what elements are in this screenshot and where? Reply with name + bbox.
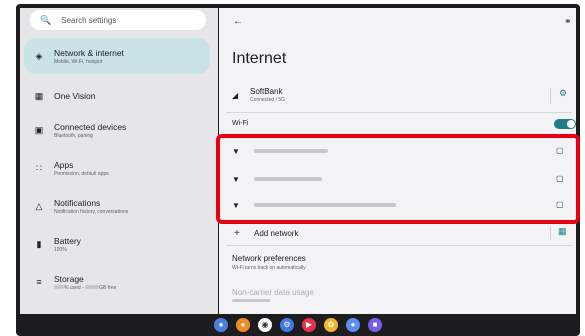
divider <box>550 226 551 240</box>
firefox-icon[interactable]: ● <box>236 318 250 332</box>
youtube-icon[interactable]: ▶ <box>302 318 316 332</box>
games-icon[interactable]: ■ <box>368 318 382 332</box>
plus-icon: + <box>234 227 240 239</box>
network-preferences-row[interactable]: Network preferences Wi-Fi turns back on … <box>226 252 572 272</box>
taskbar: ● ● ◉ ⚙ ▶ ✿ ● ■ <box>20 314 576 336</box>
add-network-row[interactable]: + Add network <box>226 226 572 240</box>
sidebar-item-network-internet[interactable]: ◈ Network & internet Mobile, Wi-Fi, hots… <box>24 38 210 74</box>
sidebar-item-apps[interactable]: ∷ Apps Permission, default apps <box>24 150 210 186</box>
wifi-toggle-row[interactable]: Wi-Fi <box>226 116 572 130</box>
sidebar-item-subtitle: Notification history, conversations <box>54 208 129 215</box>
sidebar-item-label: Apps <box>54 159 74 170</box>
sidebar-item-one-vision[interactable]: ▦ One Vision <box>24 78 210 114</box>
divider <box>550 88 551 104</box>
sidebar-item-subtitle: Mobile, Wi-Fi, hotspot <box>54 58 103 65</box>
wifi-icon: ◈ <box>35 50 43 61</box>
wifi-label: Wi-Fi <box>232 119 249 127</box>
screen: 🔍 Search settings ◈ Network & internet M… <box>0 0 585 336</box>
bell-icon: △ <box>35 200 43 211</box>
settings-icon[interactable]: ⚙ <box>280 318 294 332</box>
sidebar-item-connected-devices[interactable]: ▣ Connected devices Bluetooth, pairing <box>24 112 210 148</box>
redacted-value <box>54 285 64 290</box>
storage-icon: ≡ <box>36 277 42 287</box>
carrier-row[interactable]: ◢ SoftBank Connected / 5G <box>226 84 572 106</box>
highlight-box <box>216 134 580 224</box>
back-arrow-icon[interactable]: ← <box>233 16 243 27</box>
redacted-value <box>232 299 270 302</box>
sidebar-item-subtitle: Bluetooth, pairing <box>54 132 93 139</box>
assistant-icon[interactable]: ● <box>346 318 360 332</box>
sidebar-item-label: Storage <box>54 273 84 284</box>
sidebar-item-notifications[interactable]: △ Notifications Notification history, co… <box>24 188 210 224</box>
battery-icon: ▮ <box>36 238 42 249</box>
non-carrier-data-usage-title: Non-carrier data usage <box>232 288 314 297</box>
cell-signal-icon: ◢ <box>232 90 239 100</box>
photos-icon[interactable]: ✿ <box>324 318 338 332</box>
search-settings-field[interactable]: 🔍 Search settings <box>30 10 206 30</box>
divider <box>226 112 572 113</box>
camera-icon[interactable]: ◉ <box>258 318 272 332</box>
page-title: Internet <box>232 50 287 67</box>
carrier-status: Connected / 5G <box>250 97 286 103</box>
search-icon: 🔍 <box>40 14 52 25</box>
chrome-icon[interactable]: ● <box>214 318 228 332</box>
wifi-toggle[interactable] <box>554 119 576 129</box>
apps-icon: ∷ <box>36 162 42 173</box>
sidebar-item-label: One Vision <box>54 91 96 101</box>
sidebar-item-label: Notifications <box>54 197 101 208</box>
devices-icon: ▣ <box>34 124 44 135</box>
sidebar-item-label: Network & internet <box>54 47 124 58</box>
gear-icon[interactable]: ⚙ <box>559 88 567 99</box>
network-preferences-subtitle: Wi-Fi turns back on automatically <box>232 264 306 271</box>
sidebar-item-subtitle: 100% <box>54 246 67 253</box>
sidebar-item-battery[interactable]: ▮ Battery 100% <box>24 226 210 262</box>
grid-icon: ▦ <box>34 90 44 101</box>
non-carrier-data-usage-row[interactable]: Non-carrier data usage <box>226 285 572 305</box>
network-preferences-title: Network preferences <box>232 253 306 263</box>
sidebar-item-subtitle: Permission, default apps <box>54 170 109 177</box>
sidebar-item-label: Battery <box>54 235 81 246</box>
search-placeholder: Search settings <box>61 15 117 25</box>
sidebar-item-subtitle: % used - GB free <box>54 285 116 291</box>
divider <box>226 245 572 246</box>
qr-code-icon[interactable]: ▦ <box>558 226 567 237</box>
add-network-label: Add network <box>254 228 299 238</box>
help-icon[interactable]: ⚭ <box>564 16 572 27</box>
sidebar-item-label: Connected devices <box>54 121 127 132</box>
redacted-value <box>85 285 100 290</box>
sidebar-item-storage[interactable]: ≡ Storage % used - GB free <box>24 264 210 300</box>
carrier-name: SoftBank <box>250 87 283 96</box>
